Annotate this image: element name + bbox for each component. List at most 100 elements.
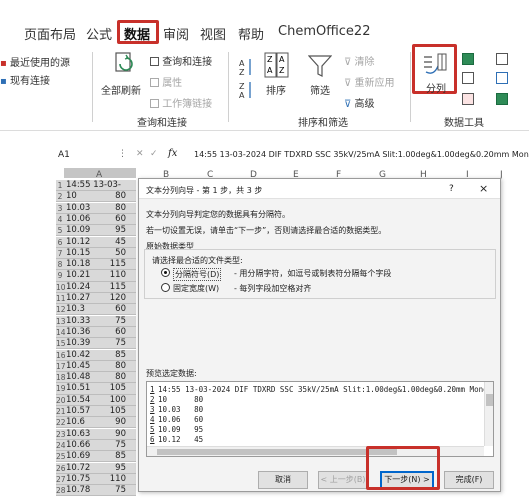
- formula-input[interactable]: 14:55 13-03-2024 DIF TDXRD SSC 35kV/25mA…: [194, 150, 529, 159]
- cell-a[interactable]: 10.12: [66, 237, 90, 248]
- row-number[interactable]: 21: [56, 406, 66, 417]
- cell-a[interactable]: 10.75: [66, 474, 90, 485]
- table-row[interactable]: 12 10.3 60: [56, 304, 136, 316]
- text-to-columns-icon[interactable]: [422, 52, 448, 76]
- table-row[interactable]: 6 10.12 45: [56, 236, 136, 248]
- tab-review[interactable]: 审阅: [163, 24, 189, 43]
- table-row[interactable]: 8 10.18 115: [56, 259, 136, 271]
- cell-a[interactable]: 10.03: [66, 203, 90, 214]
- cell-b[interactable]: 45: [98, 237, 126, 248]
- confirm-icon[interactable]: ✓: [150, 149, 158, 159]
- row-number[interactable]: 27: [56, 474, 66, 485]
- row-number[interactable]: 24: [56, 440, 66, 451]
- table-row[interactable]: 114:55 13-03-2024: [56, 180, 136, 201]
- row-number[interactable]: 9: [56, 270, 64, 281]
- table-row[interactable]: 26 10.72 95: [56, 462, 136, 474]
- table-row[interactable]: 25 10.69 85: [56, 451, 136, 463]
- cell-a[interactable]: 10.06: [66, 214, 90, 225]
- tab-chemoffice[interactable]: ChemOffice22: [278, 24, 370, 39]
- row-number[interactable]: 18: [56, 372, 66, 383]
- radio-delimited-label[interactable]: 分隔符号(D): [173, 268, 222, 281]
- column-header-a[interactable]: A: [96, 170, 102, 180]
- filter-icon[interactable]: [307, 54, 333, 78]
- cell-a[interactable]: 10.21: [66, 270, 90, 281]
- text-to-columns-button[interactable]: 分列: [426, 80, 446, 95]
- row-number[interactable]: 10: [56, 282, 66, 293]
- help-icon[interactable]: ?: [449, 184, 454, 194]
- cell-a[interactable]: 10.78: [66, 485, 90, 496]
- cell-a[interactable]: 10.66: [66, 440, 90, 451]
- row-number[interactable]: 17: [56, 361, 66, 372]
- sort-button[interactable]: 排序: [266, 82, 286, 97]
- relationships-icon[interactable]: [496, 72, 508, 84]
- advanced-filter-button[interactable]: ⊽ 高级: [344, 95, 375, 110]
- cell-b[interactable]: 80: [98, 191, 126, 202]
- cell-a[interactable]: 10.09: [66, 225, 90, 236]
- row-number[interactable]: 22: [56, 417, 66, 428]
- cell-b[interactable]: 90: [98, 429, 126, 440]
- filter-button[interactable]: 筛选: [310, 82, 330, 97]
- table-row[interactable]: 14 10.36 60: [56, 326, 136, 339]
- radio-delimited[interactable]: [161, 268, 170, 277]
- table-row[interactable]: 23 10.63 90: [56, 428, 136, 440]
- table-row[interactable]: 7 10.15 50: [56, 247, 136, 259]
- name-box[interactable]: A1: [58, 150, 70, 160]
- clear-button[interactable]: ⊽ 清除: [344, 53, 375, 68]
- table-row[interactable]: 20 10.54 100: [56, 394, 136, 406]
- cell-b[interactable]: 60: [98, 327, 126, 338]
- finish-button[interactable]: 完成(F): [444, 471, 494, 489]
- row-number[interactable]: 4: [56, 214, 64, 225]
- refresh-all-button[interactable]: 全部刷新: [101, 82, 141, 97]
- cell-a[interactable]: 10.33: [66, 316, 90, 327]
- tab-help[interactable]: 帮助: [238, 24, 264, 43]
- cancel-button[interactable]: 取消: [258, 471, 308, 489]
- table-row[interactable]: 5 10.09 95: [56, 225, 136, 237]
- row-number[interactable]: 15: [56, 338, 66, 349]
- cell-b[interactable]: 75: [98, 338, 126, 349]
- remove-duplicates-icon[interactable]: [462, 72, 474, 84]
- cell-b[interactable]: 110: [98, 474, 126, 485]
- cell-a[interactable]: 10.39: [66, 338, 90, 349]
- table-row[interactable]: 22 10.6 90: [56, 417, 136, 429]
- row-number[interactable]: 1: [56, 180, 64, 191]
- name-box-dropdown-icon[interactable]: ⋮: [118, 149, 127, 159]
- cell-b[interactable]: 110: [98, 270, 126, 281]
- row-number[interactable]: 23: [56, 429, 66, 440]
- row-number[interactable]: 19: [56, 383, 66, 394]
- table-row[interactable]: 10 10.24 115: [56, 281, 136, 293]
- row-number[interactable]: 16: [56, 350, 66, 361]
- row-number[interactable]: 2: [56, 191, 64, 202]
- cell-b[interactable]: 95: [98, 225, 126, 236]
- preview-vscroll-thumb[interactable]: [486, 394, 493, 406]
- preview-vscrollbar[interactable]: [484, 382, 493, 446]
- cell-a[interactable]: 10.48: [66, 372, 90, 383]
- cell-a[interactable]: 10: [66, 191, 77, 202]
- row-number[interactable]: 26: [56, 463, 66, 474]
- cell-a[interactable]: 10.24: [66, 282, 90, 293]
- cell-a[interactable]: 10.27: [66, 293, 90, 304]
- table-row[interactable]: 4 10.06 60: [56, 213, 136, 226]
- cell-b[interactable]: 90: [98, 417, 126, 428]
- queries-connections-button[interactable]: 查询和连接: [150, 53, 212, 68]
- cell-a[interactable]: 10.51: [66, 383, 90, 394]
- radio-fixed-width-label[interactable]: 固定宽度(W): [173, 283, 219, 294]
- cell-b[interactable]: 60: [98, 214, 126, 225]
- table-row[interactable]: 11 10.27 120: [56, 293, 136, 305]
- reapply-button[interactable]: ⊽ 重新应用: [344, 74, 395, 89]
- sort-icon[interactable]: Z A A Z: [264, 52, 290, 78]
- cell-b[interactable]: 75: [98, 316, 126, 327]
- consolidate-icon[interactable]: [496, 53, 508, 65]
- table-row[interactable]: 19 10.51 105: [56, 383, 136, 395]
- row-number[interactable]: 8: [56, 259, 64, 270]
- cell-a[interactable]: 10.42: [66, 350, 90, 361]
- cell-a[interactable]: 10.72: [66, 463, 90, 474]
- flash-fill-icon[interactable]: [462, 53, 474, 65]
- row-number[interactable]: 20: [56, 395, 66, 406]
- cell-b[interactable]: 80: [98, 203, 126, 214]
- table-row[interactable]: 27 10.75 110: [56, 473, 136, 485]
- cell-b[interactable]: 60: [98, 304, 126, 315]
- cell-b[interactable]: 105: [98, 406, 126, 417]
- existing-connections-item[interactable]: ▪ 现有连接: [0, 72, 50, 87]
- recent-sources-item[interactable]: ▪ 最近使用的源: [0, 54, 70, 69]
- row-number[interactable]: 11: [56, 293, 66, 304]
